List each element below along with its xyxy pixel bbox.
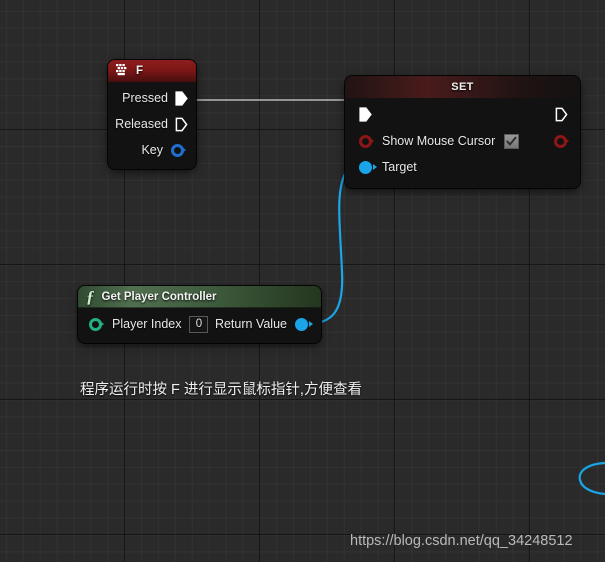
pin-label-target: Target <box>382 160 417 174</box>
pin-row-player-index-and-return[interactable]: Player Index 0 Return Value <box>78 311 321 337</box>
player-index-value-input[interactable]: 0 <box>189 315 209 333</box>
function-icon: ƒ <box>86 287 95 306</box>
node-set-show-mouse-cursor[interactable]: SET Show Mouse Cursor Target <box>345 76 580 188</box>
node-title: SET <box>451 81 474 93</box>
pin-row-key[interactable]: Key <box>108 137 188 163</box>
exec-row <box>345 100 580 128</box>
data-pin-show-mouse-cursor-out[interactable] <box>554 134 567 148</box>
exec-pin-in[interactable] <box>359 106 372 122</box>
data-pin-show-mouse-cursor[interactable] <box>359 134 372 148</box>
pin-label-key: Key <box>141 143 163 157</box>
data-pin-key[interactable] <box>171 143 184 157</box>
node-title: F <box>136 64 144 77</box>
check-icon <box>506 136 517 145</box>
node-title: Get Player Controller <box>101 290 217 303</box>
node-body: Player Index 0 Return Value <box>78 308 321 343</box>
exec-pin-pressed[interactable] <box>175 90 188 106</box>
node-header[interactable]: ƒ Get Player Controller <box>78 286 321 308</box>
pin-label-return-value: Return Value <box>214 317 287 331</box>
data-pin-player-index[interactable] <box>89 317 102 331</box>
pin-label-player-index: Player Index <box>112 317 182 331</box>
blueprint-graph-canvas[interactable]: F Pressed Released Key SET Show Mouse Cu… <box>0 0 605 562</box>
data-pin-target[interactable] <box>359 160 372 174</box>
show-mouse-cursor-checkbox[interactable] <box>504 133 520 149</box>
annotation-text: 程序运行时按 F 进行显示鼠标指针,方便查看 <box>80 382 362 398</box>
node-body: Pressed Released Key <box>108 82 196 169</box>
keyboard-icon <box>116 64 127 76</box>
node-get-player-controller[interactable]: ƒ Get Player Controller Player Index 0 R… <box>78 286 321 343</box>
pin-row-released[interactable]: Released <box>108 111 188 137</box>
pin-row-show-mouse-cursor[interactable]: Show Mouse Cursor <box>345 128 580 154</box>
watermark-url: https://blog.csdn.net/qq_34248512 <box>350 533 573 549</box>
node-header[interactable]: F <box>108 60 196 82</box>
pin-row-pressed[interactable]: Pressed <box>108 85 188 111</box>
pin-row-target[interactable]: Target <box>345 154 580 180</box>
pin-label-released: Released <box>115 117 168 131</box>
wire-data-offscreen-loop <box>578 461 605 496</box>
pin-label-show-mouse-cursor: Show Mouse Cursor <box>382 134 496 148</box>
node-header[interactable]: SET <box>345 76 580 98</box>
pin-label-pressed: Pressed <box>122 91 168 105</box>
data-pin-return-value[interactable] <box>295 317 308 331</box>
node-input-event-f[interactable]: F Pressed Released Key <box>108 60 196 169</box>
exec-pin-out[interactable] <box>555 107 568 122</box>
exec-pin-released[interactable] <box>175 117 188 132</box>
node-body: Show Mouse Cursor Target <box>345 98 580 188</box>
